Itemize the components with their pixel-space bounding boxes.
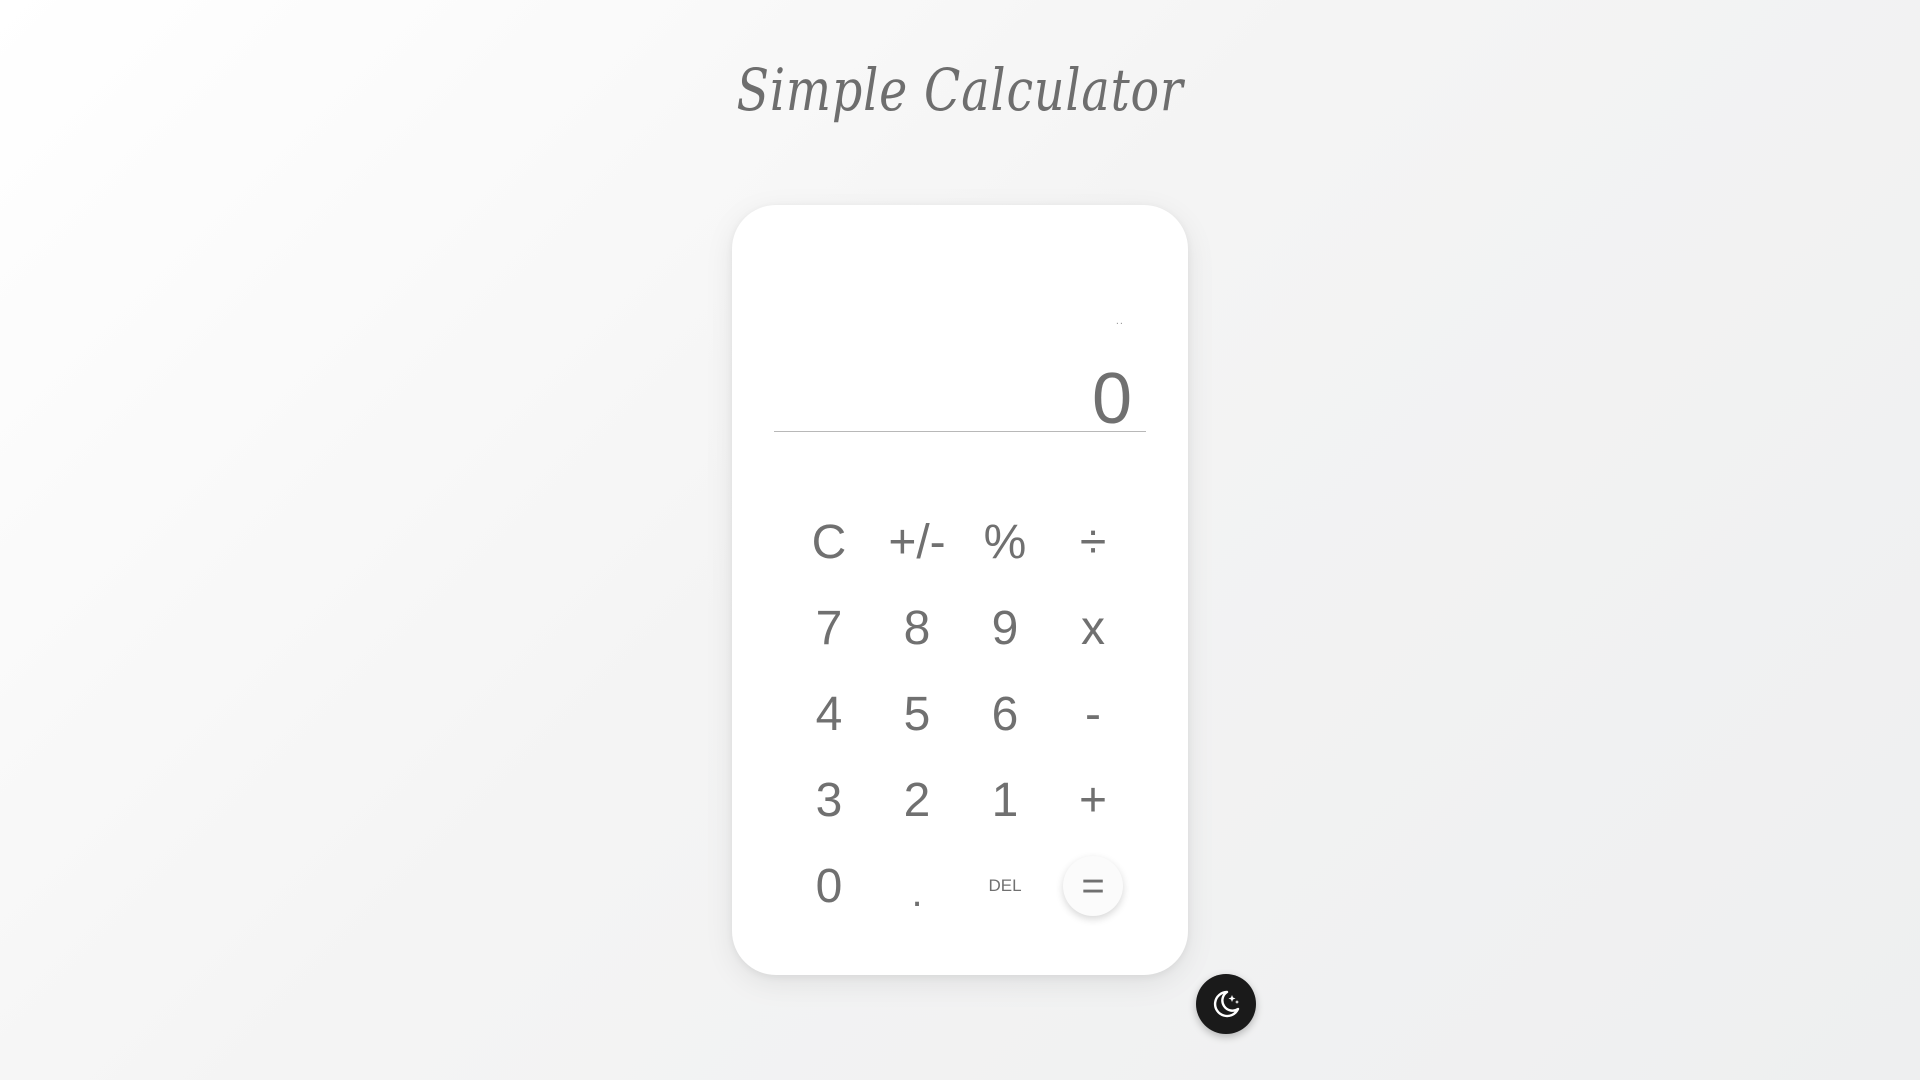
calculator-display: .. 0 (774, 315, 1146, 439)
digit-7-button[interactable]: 7 (785, 585, 873, 671)
theme-toggle-button[interactable] (1196, 974, 1256, 1034)
percent-button[interactable]: % (961, 499, 1049, 585)
digit-5-button[interactable]: 5 (873, 671, 961, 757)
digit-4-button[interactable]: 4 (785, 671, 873, 757)
digit-2-button[interactable]: 2 (873, 757, 961, 843)
clear-button[interactable]: C (785, 499, 873, 585)
decimal-button[interactable]: . (873, 843, 961, 929)
keypad: C +/- % ÷ 7 8 9 x 4 5 6 - 3 2 1 + 0 . DE… (785, 499, 1137, 929)
equals-button[interactable]: = (1049, 843, 1137, 929)
digit-9-button[interactable]: 9 (961, 585, 1049, 671)
page-title: Simple Calculator (736, 56, 1184, 124)
digit-1-button[interactable]: 1 (961, 757, 1049, 843)
digit-0-button[interactable]: 0 (785, 843, 873, 929)
sign-toggle-button[interactable]: +/- (873, 499, 961, 585)
equals-label: = (1063, 856, 1123, 916)
subtract-button[interactable]: - (1049, 671, 1137, 757)
delete-button[interactable]: DEL (961, 843, 1049, 929)
calculator-card: .. 0 C +/- % ÷ 7 8 9 x 4 5 6 - 3 2 1 + 0… (732, 205, 1188, 975)
divide-button[interactable]: ÷ (1049, 499, 1137, 585)
moon-stars-icon (1213, 990, 1240, 1018)
multiply-button[interactable]: x (1049, 585, 1137, 671)
result-readout: 0 (1091, 359, 1132, 439)
history-readout: .. (1115, 315, 1124, 327)
add-button[interactable]: + (1049, 757, 1137, 843)
digit-8-button[interactable]: 8 (873, 585, 961, 671)
digit-3-button[interactable]: 3 (785, 757, 873, 843)
digit-6-button[interactable]: 6 (961, 671, 1049, 757)
